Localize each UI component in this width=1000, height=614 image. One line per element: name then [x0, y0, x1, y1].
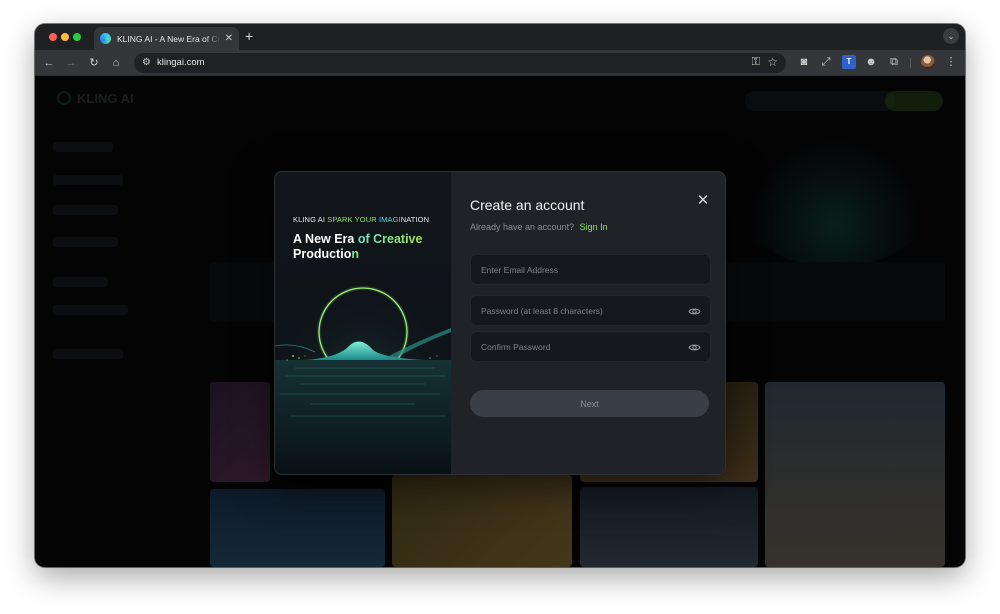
promo-headline-highlight: of Creative [357, 232, 423, 246]
promo-headline-part1: A New Era [293, 232, 358, 246]
url-text[interactable]: klingai.com [157, 57, 205, 68]
password-field[interactable] [470, 295, 711, 326]
promo-headline-end: n [351, 247, 359, 261]
promo-headline: A New Era of Creative Production [293, 232, 443, 262]
signin-prompt-text: Already have an account? [470, 222, 575, 232]
tab-search-button[interactable]: ⌄ [943, 28, 959, 44]
forward-arrow-icon[interactable]: → [64, 56, 78, 70]
expand-arrows-icon[interactable]: ⤢ [819, 55, 833, 69]
password-key-icon[interactable]: ⚿ [752, 56, 760, 69]
signin-link[interactable]: Sign In [580, 222, 608, 232]
kling-favicon-icon [100, 33, 111, 44]
page-content: KLING AI KLING AI SPARK YOUR IMAGINATI [35, 77, 965, 567]
reload-icon[interactable]: ↻ [87, 56, 101, 70]
browser-window: KLING AI - A New Era of Creative Product… [35, 24, 965, 567]
confirm-password-input[interactable] [471, 332, 710, 361]
promo-panel: KLING AI SPARK YOUR IMAGINATION A New Er… [275, 172, 451, 474]
promo-tagline-rest: NATION [400, 215, 430, 224]
signin-prompt-line: Already have an account? Sign In [470, 222, 608, 232]
next-button[interactable]: Next [470, 390, 709, 417]
site-settings-icon[interactable]: ⚙ [142, 57, 151, 68]
password-input[interactable] [471, 296, 710, 325]
tab-strip: KLING AI - A New Era of Creative Product… [35, 24, 965, 50]
close-window-button[interactable] [49, 33, 57, 41]
email-field[interactable] [470, 254, 711, 285]
back-arrow-icon[interactable]: ← [42, 56, 56, 70]
address-bar[interactable]: ⚙ klingai.com ⚿ ☆ [134, 53, 786, 73]
create-account-modal: KLING AI SPARK YOUR IMAGINATION A New Er… [274, 171, 726, 475]
email-input[interactable] [471, 255, 710, 284]
home-icon[interactable]: ⌂ [109, 56, 123, 70]
more-menu-icon[interactable]: ⋮ [944, 55, 958, 69]
bookmark-star-icon[interactable]: ☆ [767, 55, 778, 69]
extension-face-icon[interactable]: ☻ [864, 55, 878, 69]
screenshot-camera-icon[interactable]: ◙ [797, 55, 811, 69]
tab-close-icon[interactable]: ✕ [225, 33, 233, 44]
promo-tagline: KLING AI SPARK YOUR IMAGINATION [293, 215, 429, 224]
extension-blue-icon[interactable]: T [842, 55, 856, 69]
signup-form: Create an account ✕ Already have an acco… [451, 172, 725, 474]
zoom-window-button[interactable] [73, 33, 81, 41]
confirm-password-field[interactable] [470, 331, 711, 362]
extensions-puzzle-icon[interactable]: ⧉ [887, 55, 901, 69]
promo-tagline-blue: IMAGI [378, 215, 401, 224]
show-confirm-password-eye-icon[interactable] [688, 341, 701, 354]
promo-tagline-green: SPARK YOUR [327, 215, 377, 224]
tab-title: KLING AI - A New Era of Creative Product… [117, 33, 221, 44]
show-password-eye-icon[interactable] [688, 305, 701, 318]
promo-brand: KLING AI [293, 215, 326, 224]
toolbar-divider [910, 58, 911, 68]
promo-headline-part2: Productio [293, 247, 352, 261]
active-tab[interactable]: KLING AI - A New Era of Creative Product… [94, 27, 239, 50]
close-icon[interactable]: ✕ [694, 192, 712, 210]
new-tab-button[interactable]: + [245, 29, 253, 43]
browser-toolbar: ← → ↻ ⌂ ⚙ klingai.com ⚿ ☆ ◙ ⤢ T ☻ ⧉ ⋮ [35, 50, 965, 76]
promo-illustration [275, 272, 451, 474]
profile-avatar[interactable] [921, 55, 935, 69]
form-title: Create an account [470, 197, 585, 213]
minimize-window-button[interactable] [61, 33, 69, 41]
